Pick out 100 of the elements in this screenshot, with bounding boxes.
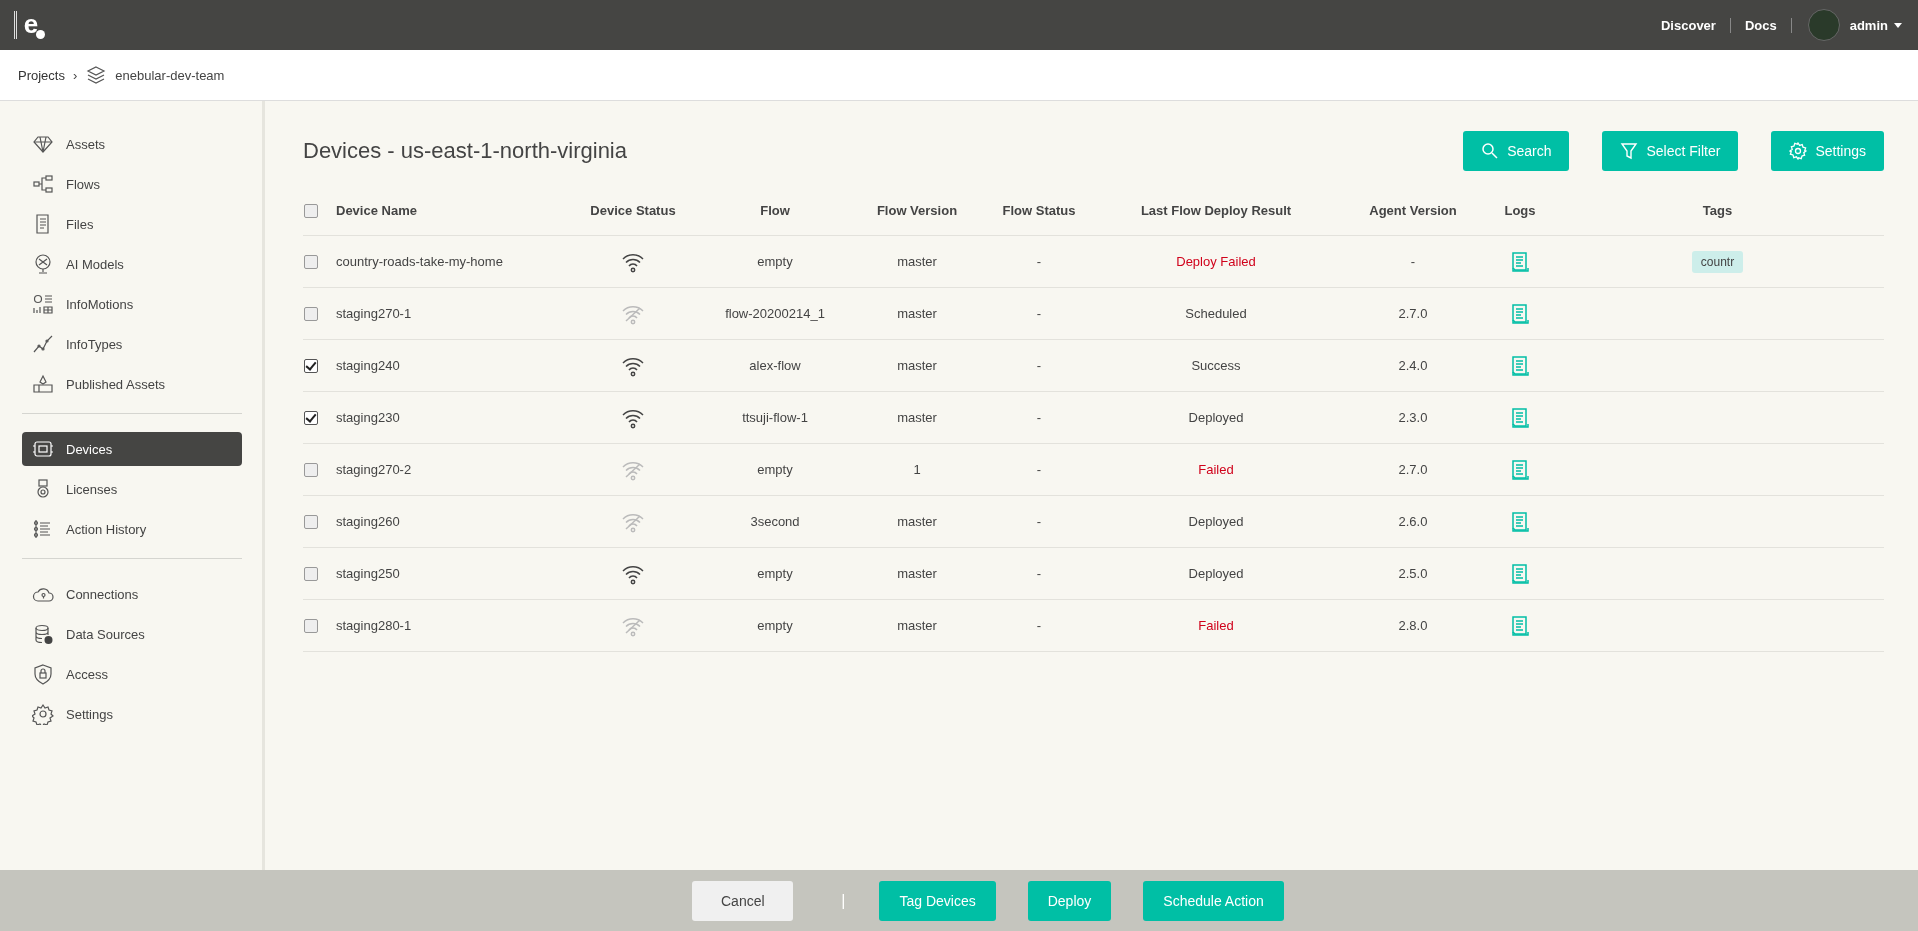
table-cell: master [897, 566, 937, 581]
table-cell: master [897, 514, 937, 529]
device-name[interactable]: staging270-2 [336, 462, 412, 477]
log-icon[interactable] [1510, 354, 1530, 377]
column-header: Device Status [590, 202, 676, 218]
sidebar-item[interactable]: Published Assets [22, 367, 242, 401]
device-name[interactable]: staging250 [336, 566, 400, 581]
sidebar-item[interactable]: InfoMotions [22, 287, 242, 321]
table-cell: master [897, 358, 937, 373]
deploy-result: Deployed [1188, 514, 1244, 529]
sidebar-item[interactable]: Assets [22, 127, 242, 161]
log-icon[interactable] [1510, 510, 1530, 533]
sidebar-item[interactable]: Devices [22, 432, 242, 466]
deploy-result: Deployed [1188, 410, 1244, 425]
deploy-result: Deployed [1188, 566, 1244, 581]
table-cell: master [897, 306, 937, 321]
log-icon[interactable] [1510, 250, 1530, 273]
checkbox[interactable] [304, 463, 318, 478]
breadcrumb-separator: › [72, 67, 78, 83]
log-icon[interactable] [1510, 302, 1530, 325]
table-cell: - [1036, 410, 1042, 425]
checkbox[interactable] [304, 567, 318, 582]
table-cell: 3second [750, 514, 800, 529]
table-cell: - [1036, 306, 1042, 321]
chip-icon [32, 438, 54, 460]
filter-icon [1620, 142, 1639, 160]
caret-icon [1894, 22, 1902, 28]
checkbox[interactable] [304, 255, 318, 270]
log-icon[interactable] [1510, 562, 1530, 585]
table-cell: 2.5.0 [1398, 566, 1428, 581]
table-cell: - [1036, 514, 1042, 529]
dashboard-icon [32, 293, 54, 315]
sidebar-item[interactable]: Flows [22, 167, 242, 201]
log-icon[interactable] [1510, 458, 1530, 481]
avatar[interactable] [1807, 9, 1840, 41]
deploy-result: Success [1191, 358, 1241, 373]
table-cell: flow-20200214_1 [725, 306, 825, 321]
cancel-button[interactable]: Cancel [692, 880, 794, 921]
page-title: Devices - us-east-1-north-virginia [303, 138, 628, 164]
table-cell: 2.7.0 [1398, 462, 1428, 477]
table-cell: 2.8.0 [1398, 618, 1428, 633]
database-icon [32, 623, 54, 645]
device-name[interactable]: staging240 [336, 358, 400, 373]
column-header: Last Flow Deploy Result [1140, 202, 1292, 218]
nav-link[interactable]: Docs [1730, 17, 1792, 33]
sidebar-item[interactable]: Settings [22, 697, 242, 731]
deploy-result: Failed [1198, 618, 1234, 633]
table-cell: master [897, 410, 937, 425]
log-icon[interactable] [1510, 406, 1530, 429]
table-cell: - [1036, 358, 1042, 373]
device-name[interactable]: staging270-1 [336, 306, 412, 321]
column-header: Flow [760, 202, 790, 218]
project-name[interactable]: enebular-dev-team [115, 67, 225, 83]
table-cell: empty [757, 618, 793, 633]
sidebar-item[interactable]: Connections [22, 577, 242, 611]
table-cell: 2.7.0 [1398, 306, 1428, 321]
logo[interactable]: e [14, 11, 45, 39]
column-header: Logs [1504, 202, 1536, 218]
user-name[interactable]: admin [1849, 17, 1888, 33]
table-cell: - [1036, 254, 1042, 269]
checkbox[interactable] [304, 515, 318, 530]
breadcrumb-link[interactable]: Projects [18, 67, 65, 83]
sidebar-item[interactable]: Files [22, 207, 242, 241]
checkbox[interactable] [304, 359, 318, 374]
table-cell: - [1036, 566, 1042, 581]
table-cell: alex-flow [749, 358, 801, 373]
table-cell: empty [757, 566, 793, 581]
user-menu[interactable]: admin [1849, 17, 1902, 33]
column-header: Agent Version [1369, 202, 1457, 218]
column-header: Flow Version [876, 202, 958, 218]
device-name[interactable]: staging230 [336, 410, 400, 425]
column-header: Flow Status [1002, 202, 1076, 218]
nav-link[interactable]: Discover [1647, 17, 1731, 33]
sidebar-item[interactable]: Licenses [22, 472, 242, 506]
sidebar-item[interactable]: Access [22, 657, 242, 691]
device-name[interactable]: staging260 [336, 514, 400, 529]
checkbox[interactable] [304, 307, 318, 322]
checkbox[interactable] [304, 203, 318, 218]
device-name[interactable]: country-roads-take-my-home [336, 254, 503, 269]
table-cell: 2.4.0 [1398, 358, 1428, 373]
table-cell: empty [757, 254, 793, 269]
diamond-icon [32, 133, 54, 155]
sidebar-item[interactable]: InfoTypes [22, 327, 242, 361]
sidebar-item[interactable]: Action History [22, 512, 242, 546]
table-cell: master [897, 254, 937, 269]
flow-icon [32, 173, 54, 195]
separator: | [841, 891, 846, 910]
table-cell: - [1410, 254, 1416, 269]
checkbox[interactable] [304, 619, 318, 634]
column-header: Tags [1702, 202, 1733, 218]
table-cell: 1 [913, 462, 921, 477]
sidebar-item[interactable]: Data Sources [22, 617, 242, 651]
log-icon[interactable] [1510, 614, 1530, 637]
table-cell: 2.6.0 [1398, 514, 1428, 529]
checkbox[interactable] [304, 411, 318, 426]
deploy-result: Scheduled [1185, 306, 1247, 321]
shield-icon [32, 663, 54, 685]
line-chart-icon [32, 333, 54, 355]
sidebar-item[interactable]: AI Models [22, 247, 242, 281]
device-name[interactable]: staging280-1 [336, 618, 412, 633]
